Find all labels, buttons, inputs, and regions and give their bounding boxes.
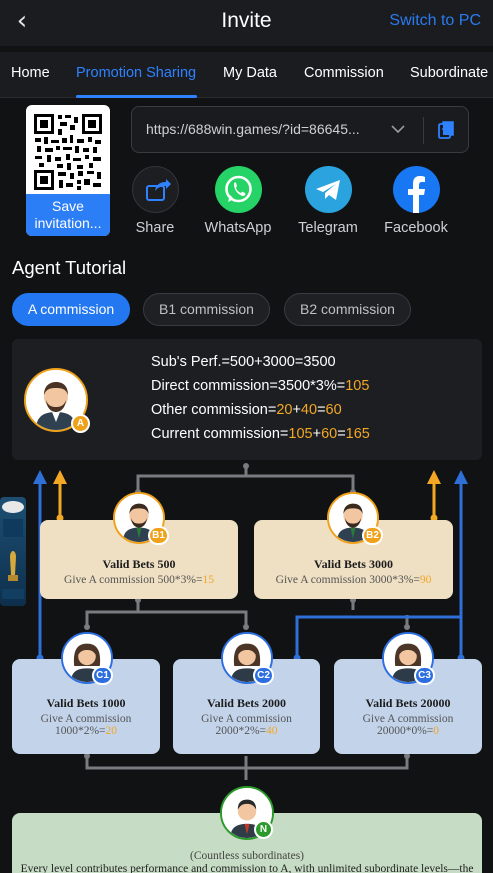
- telegram-icon: [304, 166, 352, 213]
- share-label: Share: [135, 220, 175, 236]
- node-b1-commission: Give A commission 500*3%=15: [64, 574, 214, 586]
- current-commission-text: Current commission=105+60=165: [151, 426, 370, 442]
- save-invitation-button[interactable]: Save invitation...: [26, 194, 110, 236]
- qr-code-card[interactable]: Save invitation...: [26, 105, 110, 236]
- share-icon: [131, 166, 179, 213]
- active-tab-indicator: [76, 95, 197, 98]
- tab-promotion-sharing[interactable]: Promotion Sharing: [76, 65, 196, 81]
- direct-commission-text: Direct commission=3500*3%=105: [151, 378, 370, 394]
- agent-tutorial-heading: Agent Tutorial: [12, 257, 127, 278]
- node-b2-commission: Give A commission 3000*3%=90: [275, 574, 432, 586]
- node-b2-title: Valid Bets 3000: [314, 557, 393, 571]
- node-c3-line1: Give A commission: [362, 713, 454, 725]
- top-bar: ‹ Invite Switch to PC: [0, 0, 493, 46]
- avatar-badge-c1: C1: [92, 666, 113, 685]
- node-c1-commission: 1000*2%=20: [54, 725, 118, 737]
- node-n-title: (Countless subordinates): [189, 850, 305, 862]
- other-commission-text: Other commission=20+40=60: [151, 402, 342, 418]
- divider: [423, 117, 424, 144]
- node-c2-title: Valid Bets 2000: [207, 696, 286, 710]
- avatar-badge-b1: B1: [148, 526, 169, 545]
- node-c3-commission: 20000*0%=0: [376, 725, 440, 737]
- avatar-badge-a: A: [71, 414, 90, 433]
- pill-b2-commission[interactable]: B2 commission: [284, 293, 411, 326]
- switch-to-pc-link[interactable]: Switch to PC: [389, 12, 481, 30]
- invite-link-field[interactable]: https://688win.games/?id=86645...: [131, 106, 469, 153]
- tab-home[interactable]: Home: [11, 65, 50, 81]
- qr-code-image: [33, 113, 103, 191]
- invite-link-text: https://688win.games/?id=86645...: [146, 121, 360, 137]
- avatar-badge-b2: B2: [362, 526, 383, 545]
- tab-subordinate[interactable]: Subordinate: [410, 65, 488, 81]
- whatsapp-label: WhatsApp: [204, 220, 272, 236]
- pill-b1-commission[interactable]: B1 commission: [143, 293, 270, 326]
- node-c1-line1: Give A commission: [40, 713, 132, 725]
- tab-commission[interactable]: Commission: [304, 65, 384, 81]
- copy-icon[interactable]: [438, 120, 456, 140]
- facebook-button[interactable]: Facebook: [376, 166, 456, 236]
- subs-perf-text: Sub's Perf.=500+3000=3500: [151, 354, 336, 370]
- node-c1-title: Valid Bets 1000: [46, 696, 126, 710]
- chevron-down-icon[interactable]: [390, 121, 406, 137]
- pill-a-commission[interactable]: A commission: [12, 293, 130, 326]
- facebook-label: Facebook: [384, 220, 448, 236]
- tab-my-data[interactable]: My Data: [223, 65, 277, 81]
- whatsapp-button[interactable]: WhatsApp: [198, 166, 278, 236]
- node-b1-title: Valid Bets 500: [102, 557, 176, 571]
- node-n-description: Every level contributes performance and …: [20, 863, 474, 873]
- fifa-promo-banner[interactable]: [0, 497, 26, 606]
- node-c2-commission: 2000*2%=40: [215, 725, 278, 737]
- commission-summary-card: A Sub's Perf.=500+3000=3500 Direct commi…: [12, 339, 482, 460]
- node-c2-line1: Give A commission: [201, 713, 292, 725]
- telegram-button[interactable]: Telegram: [288, 166, 368, 236]
- tab-bar: Home Promotion Sharing My Data Commissio…: [0, 52, 493, 98]
- avatar-badge-c2: C2: [253, 666, 274, 685]
- node-c3-title: Valid Bets 20000: [365, 696, 451, 710]
- facebook-icon: [392, 166, 440, 213]
- avatar-badge-c3: C3: [414, 666, 435, 685]
- whatsapp-icon: [214, 166, 262, 213]
- telegram-label: Telegram: [298, 220, 358, 236]
- share-button[interactable]: Share: [115, 166, 195, 236]
- avatar-badge-n: N: [254, 820, 273, 839]
